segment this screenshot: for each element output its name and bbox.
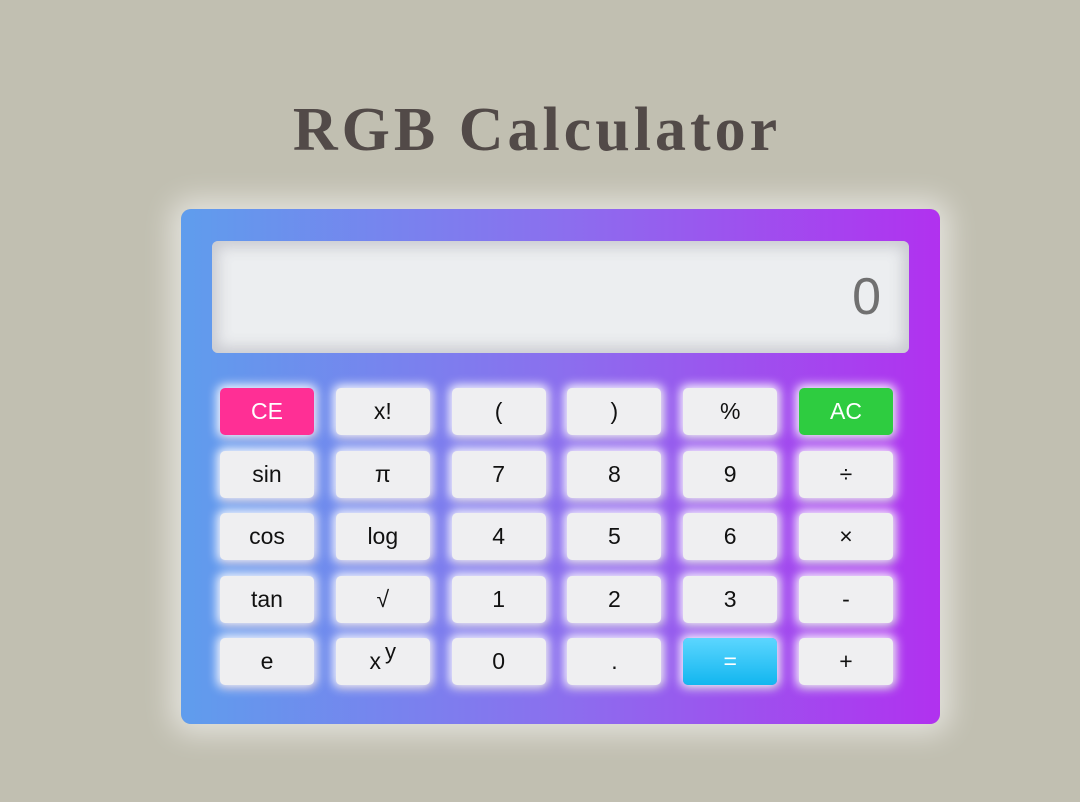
key-label: + (839, 648, 853, 674)
digit-8-button[interactable]: 8 (567, 450, 662, 498)
key-label: = (723, 648, 737, 674)
key-superscript: y (385, 638, 397, 664)
key-label: ÷ (839, 460, 853, 487)
calculator-body: 0 CE x! ()% AC sin π 7 8 9 ÷ cos log 4 5 6 × tan √ 1 2 3 - e x y… (181, 209, 940, 724)
factorial-button[interactable]: x! (335, 388, 430, 435)
equals-button[interactable]: = (683, 638, 778, 685)
key-label: 4 (492, 523, 505, 549)
key-label: 6 (723, 523, 737, 549)
key-label: x (369, 648, 382, 674)
multiply-button[interactable]: × (798, 513, 893, 560)
key-label: 3 (723, 585, 737, 612)
pi-button[interactable]: π (335, 450, 430, 498)
digit-9-button[interactable]: 9 (683, 450, 778, 498)
digit-0-button[interactable]: 0 (451, 638, 546, 685)
display-value: 0 (852, 268, 881, 326)
sin-button[interactable]: sin (220, 450, 314, 498)
key-label: 2 (607, 585, 621, 612)
key-label: 7 (492, 460, 505, 487)
log-button[interactable]: log (335, 513, 430, 560)
key-label: 9 (723, 460, 737, 487)
key-label: ( (494, 398, 503, 424)
key-label: × (839, 523, 853, 549)
close-paren-button[interactable]: ) (567, 388, 662, 435)
key-label: sin (252, 460, 282, 487)
key-label: e (260, 648, 274, 674)
key-label: log (367, 523, 399, 549)
digit-7-button[interactable]: 7 (451, 450, 546, 498)
percent-button[interactable]: % (683, 388, 778, 435)
digit-4-button[interactable]: 4 (451, 513, 546, 560)
key-label: . (611, 648, 618, 674)
add-button[interactable]: + (798, 638, 893, 685)
key-label: - (842, 585, 850, 612)
subtract-button[interactable]: - (798, 575, 893, 623)
tan-button[interactable]: tan (220, 575, 314, 623)
power-button[interactable]: xy (335, 638, 430, 685)
key-label: tan (251, 585, 283, 612)
euler-button[interactable]: e (220, 638, 314, 685)
key-label: x! (373, 398, 392, 424)
digit-6-button[interactable]: 6 (683, 513, 778, 560)
page-title: RGB Calculator (292, 96, 782, 164)
digit-3-button[interactable]: 3 (683, 575, 778, 623)
sqrt-button[interactable]: √ (335, 575, 430, 623)
key-label: 1 (492, 585, 505, 612)
keypad: CE x! ()% AC sin π 7 8 9 ÷ cos log 4 5 6 × tan √ 1 2 3 - e x y 0.… (220, 388, 894, 685)
key-label: 0 (492, 648, 505, 674)
decimal-button[interactable]: . (567, 638, 662, 685)
digit-5-button[interactable]: 5 (567, 513, 662, 560)
all-clear-button[interactable]: AC (798, 388, 893, 435)
key-label: 8 (607, 460, 621, 487)
key-label: √ (376, 585, 390, 612)
calculator-display: 0 (212, 241, 909, 353)
digit-2-button[interactable]: 2 (567, 575, 662, 623)
divide-button[interactable]: ÷ (798, 450, 893, 498)
key-label: AC (830, 398, 862, 424)
key-label: % (719, 398, 741, 424)
cos-button[interactable]: cos (220, 513, 314, 560)
key-label: ) (610, 398, 619, 424)
digit-1-button[interactable]: 1 (451, 575, 546, 623)
open-paren-button[interactable]: ( (451, 388, 546, 435)
key-label: π (374, 460, 391, 487)
clear-entry-button[interactable]: CE (220, 388, 314, 435)
key-label: 5 (607, 523, 621, 549)
key-label: cos (249, 523, 285, 549)
key-label: CE (251, 398, 283, 424)
